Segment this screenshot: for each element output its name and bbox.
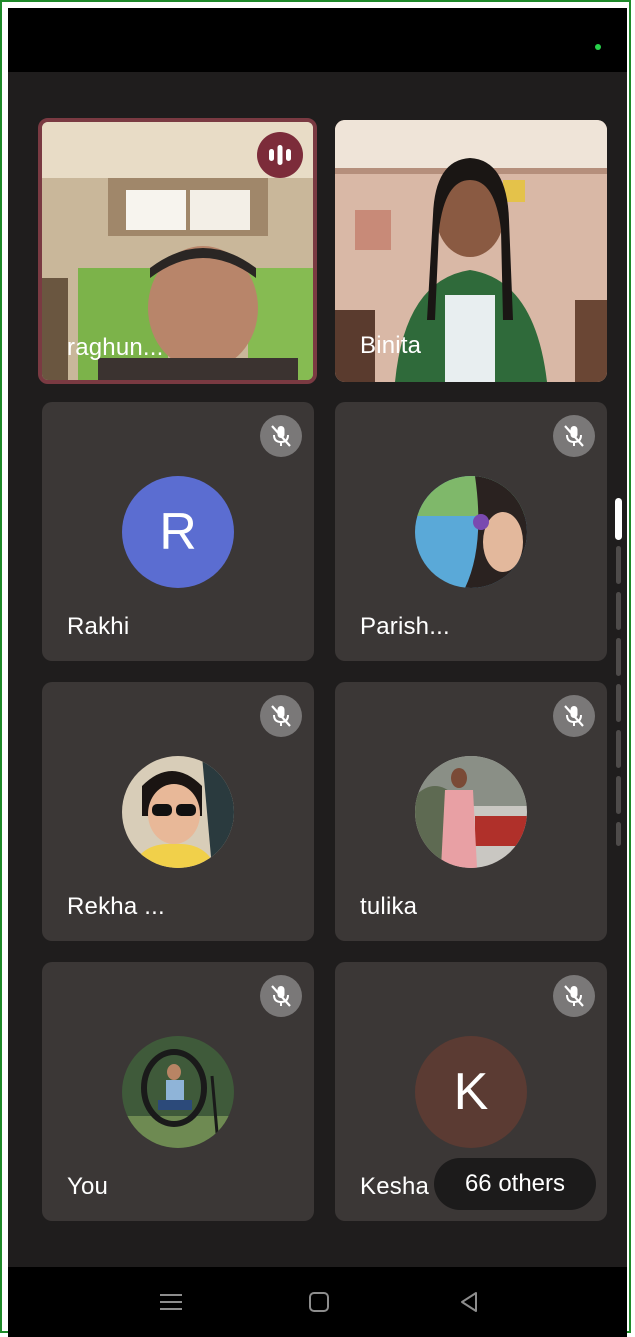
- others-button[interactable]: 66 others: [434, 1158, 596, 1210]
- participant-tile-rakhi[interactable]: R Rakhi: [42, 402, 314, 661]
- status-bar: [8, 8, 627, 72]
- participant-tile-raghun[interactable]: raghun...: [38, 118, 317, 384]
- participant-name: You: [67, 1173, 109, 1200]
- participant-tile-parish[interactable]: Parish...: [335, 402, 607, 661]
- mic-off-icon: [271, 985, 291, 1007]
- meeting-screen: raghun... Binita R Rakhi Parish... Rekha…: [8, 8, 627, 1337]
- mute-status: [260, 415, 302, 457]
- scroll-track-segment: [616, 638, 621, 676]
- participant-name: Binita: [360, 332, 422, 359]
- participant-name: Kesha: [360, 1173, 430, 1200]
- audio-bars-icon: [269, 145, 291, 165]
- scroll-track-segment: [616, 730, 621, 768]
- avatar: R: [122, 476, 234, 588]
- scroll-track-segment: [616, 592, 621, 630]
- scroll-track-segment: [616, 776, 621, 814]
- mic-off-icon: [564, 705, 584, 727]
- scroll-track-segment: [616, 684, 621, 722]
- mute-status: [553, 415, 595, 457]
- participant-tile-rekha[interactable]: Rekha ...: [42, 682, 314, 941]
- avatar-initial: K: [453, 1063, 489, 1121]
- mute-status: [260, 695, 302, 737]
- participant-name: Rakhi: [67, 613, 130, 640]
- mute-status: [553, 975, 595, 1017]
- avatar-photo: [122, 1036, 234, 1148]
- participant-tile-binita[interactable]: Binita: [335, 120, 607, 382]
- mute-status: [260, 975, 302, 1017]
- participant-name: raghun...: [67, 334, 164, 361]
- avatar-initial: R: [159, 503, 197, 561]
- mic-off-icon: [271, 705, 291, 727]
- participant-tile-you[interactable]: You: [42, 962, 314, 1221]
- participant-name: Parish...: [360, 613, 450, 640]
- mic-off-icon: [564, 425, 584, 447]
- mute-status: [553, 695, 595, 737]
- avatar-photo: [415, 476, 527, 588]
- mic-off-icon: [564, 985, 584, 1007]
- participant-name: tulika: [360, 893, 418, 920]
- mic-off-icon: [271, 425, 291, 447]
- avatar: K: [415, 1036, 527, 1148]
- speaking-indicator: [257, 132, 303, 178]
- scroll-track-segment: [616, 822, 621, 846]
- avatar-photo: [122, 756, 234, 868]
- back-icon[interactable]: [454, 1287, 484, 1317]
- avatar-photo: [415, 756, 527, 868]
- menu-icon[interactable]: [156, 1287, 186, 1317]
- home-icon[interactable]: [304, 1287, 334, 1317]
- participant-name: Rekha ...: [67, 893, 165, 920]
- scroll-thumb[interactable]: [615, 498, 622, 540]
- system-nav-bar: [8, 1267, 627, 1337]
- camera-indicator-icon: [595, 44, 601, 50]
- participant-tile-tulika[interactable]: tulika: [335, 682, 607, 941]
- scroll-track-segment: [616, 546, 621, 584]
